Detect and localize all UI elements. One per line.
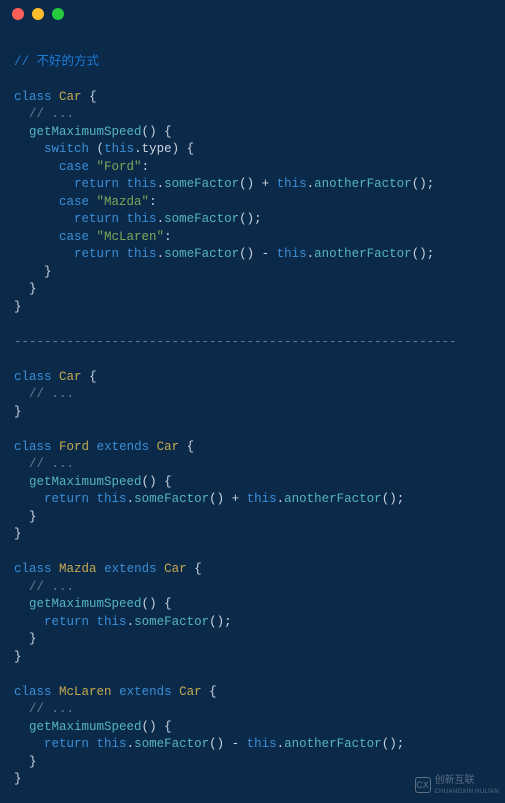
code-comment: // ...	[29, 107, 74, 121]
watermark-icon: CX	[415, 777, 431, 793]
code-keyword: class	[14, 90, 52, 104]
code-string: "Ford"	[97, 160, 142, 174]
code-keyword: return	[74, 177, 119, 191]
code-classname: Car	[59, 90, 82, 104]
maximize-icon[interactable]	[52, 8, 64, 20]
close-icon[interactable]	[12, 8, 24, 20]
divider: ----------------------------------------…	[14, 335, 457, 349]
code-method: getMaximumSpeed	[29, 125, 142, 139]
code-string: "McLaren"	[97, 230, 165, 244]
minimize-icon[interactable]	[32, 8, 44, 20]
code-keyword: switch	[44, 142, 89, 156]
watermark-text: 创新互联	[435, 775, 475, 786]
code-block: // 不好的方式 class Car { // ... getMaximumSp…	[0, 28, 505, 803]
code-string: "Mazda"	[97, 195, 150, 209]
watermark: CX 创新互联 CHUANGXIN HULIAN	[415, 774, 499, 796]
window-titlebar	[0, 0, 505, 28]
code-keyword: case	[59, 160, 89, 174]
code-comment: // 不好的方式	[14, 55, 99, 69]
watermark-subtext: CHUANGXIN HULIAN	[435, 788, 499, 796]
code-this: this	[104, 142, 134, 156]
